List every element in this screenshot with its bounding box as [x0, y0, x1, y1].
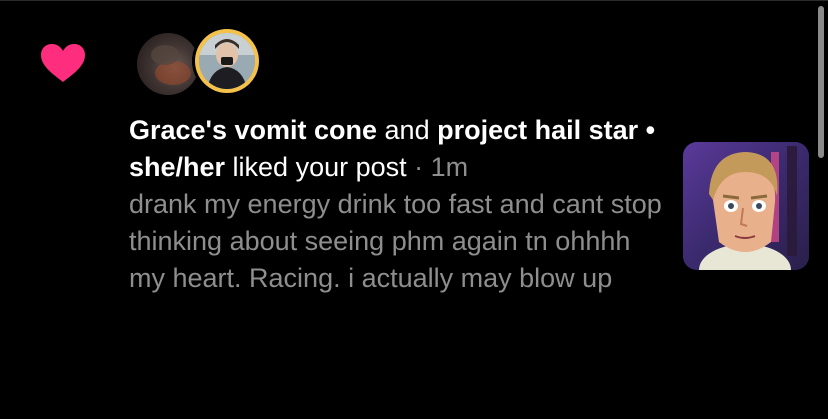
- separator-dot: ·: [406, 152, 431, 182]
- scrollbar[interactable]: [818, 6, 824, 158]
- avatar-user-two[interactable]: [192, 26, 262, 96]
- avatar-user-one-image: [151, 45, 191, 85]
- like-notification[interactable]: Grace's vomit cone and project hail star…: [0, 0, 828, 419]
- notification-text[interactable]: Grace's vomit cone and project hail star…: [129, 112, 669, 297]
- post-thumbnail-image: [683, 142, 809, 270]
- username-one[interactable]: Grace's vomit cone: [129, 115, 377, 145]
- post-preview-text: drank my energy drink too fast and cant …: [129, 189, 662, 293]
- action-text: liked your post: [225, 152, 407, 182]
- post-thumbnail[interactable]: [683, 142, 809, 270]
- connector-text: and: [377, 115, 438, 145]
- avatar-stack[interactable]: [130, 26, 266, 98]
- heart-icon: [41, 44, 85, 82]
- avatar-user-two-image: [199, 33, 255, 89]
- timestamp: 1m: [430, 152, 469, 182]
